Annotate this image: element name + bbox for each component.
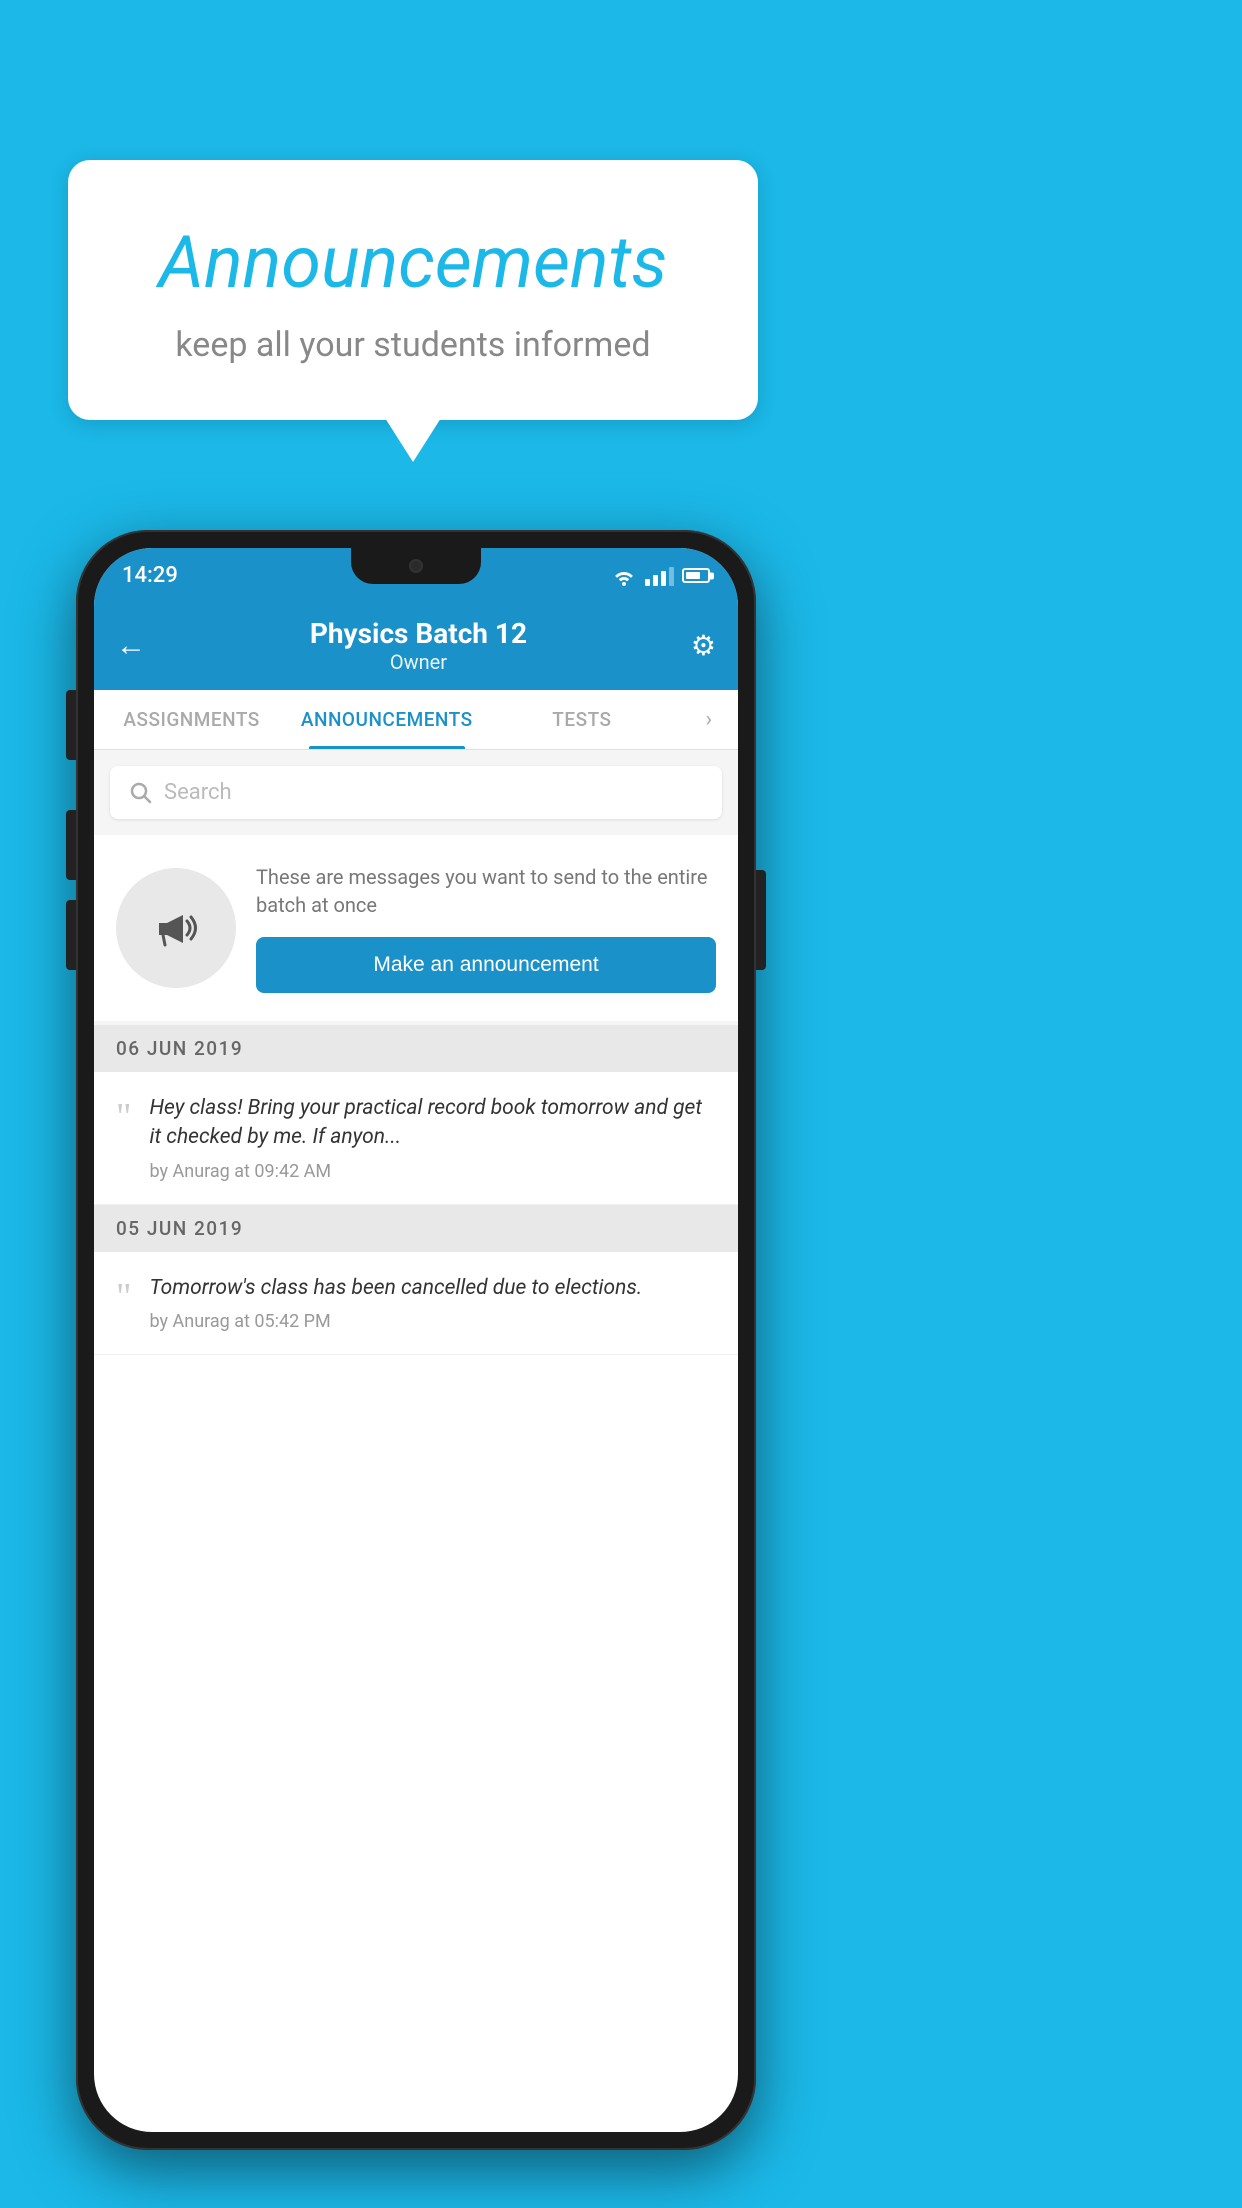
phone-wrapper: 14:29 — [76, 530, 756, 2150]
settings-button[interactable]: ⚙ — [691, 629, 716, 662]
date-separator-1: 06 JUN 2019 — [94, 1025, 738, 1072]
owner-subtitle: Owner — [310, 650, 527, 674]
announcement-content-1: Hey class! Bring your practical record b… — [150, 1094, 716, 1182]
app-header: ← Physics Batch 12 Owner ⚙ — [94, 603, 738, 690]
make-announcement-button[interactable]: Make an announcement — [256, 937, 716, 993]
promo-icon-circle — [116, 868, 236, 988]
search-bar[interactable]: Search — [110, 766, 722, 819]
tabs-bar: ASSIGNMENTS ANNOUNCEMENTS TESTS › — [94, 690, 738, 750]
bubble-title: Announcements — [118, 220, 708, 305]
status-icons — [611, 566, 710, 586]
phone-outer: 14:29 — [76, 530, 756, 2150]
back-button[interactable]: ← — [116, 628, 146, 663]
announcement-text-2: Tomorrow's class has been cancelled due … — [150, 1274, 643, 1303]
tab-tests[interactable]: TESTS — [484, 690, 679, 749]
notch-camera — [409, 559, 423, 573]
tab-announcements[interactable]: ANNOUNCEMENTS — [289, 690, 484, 749]
announcement-meta-2: by Anurag at 05:42 PM — [150, 1311, 643, 1332]
tab-more-button[interactable]: › — [679, 690, 738, 749]
signal-icon — [645, 566, 674, 586]
announcement-item-1[interactable]: " Hey class! Bring your practical record… — [94, 1072, 738, 1205]
search-icon — [130, 782, 152, 804]
status-time: 14:29 — [122, 563, 178, 588]
phone-notch — [351, 548, 481, 584]
bubble-subtitle: keep all your students informed — [118, 325, 708, 365]
speech-bubble-wrapper: Announcements keep all your students inf… — [68, 160, 758, 420]
content-area: Search These are messages yo — [94, 750, 738, 1355]
quote-icon-1: " — [116, 1098, 132, 1136]
date-separator-2: 05 JUN 2019 — [94, 1205, 738, 1252]
megaphone-icon — [145, 897, 207, 959]
promo-description: These are messages you want to send to t… — [256, 863, 716, 919]
promo-content: These are messages you want to send to t… — [256, 863, 716, 993]
announcement-meta-1: by Anurag at 09:42 AM — [150, 1161, 716, 1182]
wifi-icon — [611, 566, 637, 586]
phone-screen: 14:29 — [94, 548, 738, 2132]
batch-title: Physics Batch 12 — [310, 617, 527, 650]
announcement-text-1: Hey class! Bring your practical record b… — [150, 1094, 716, 1153]
quote-icon-2: " — [116, 1278, 132, 1316]
speech-bubble: Announcements keep all your students inf… — [68, 160, 758, 420]
tab-assignments[interactable]: ASSIGNMENTS — [94, 690, 289, 749]
search-placeholder-text: Search — [164, 780, 232, 805]
announcement-item-2[interactable]: " Tomorrow's class has been cancelled du… — [94, 1252, 738, 1355]
header-title-block: Physics Batch 12 Owner — [310, 617, 527, 674]
promo-card: These are messages you want to send to t… — [94, 835, 738, 1021]
announcement-content-2: Tomorrow's class has been cancelled due … — [150, 1274, 643, 1332]
battery-icon — [682, 568, 710, 583]
